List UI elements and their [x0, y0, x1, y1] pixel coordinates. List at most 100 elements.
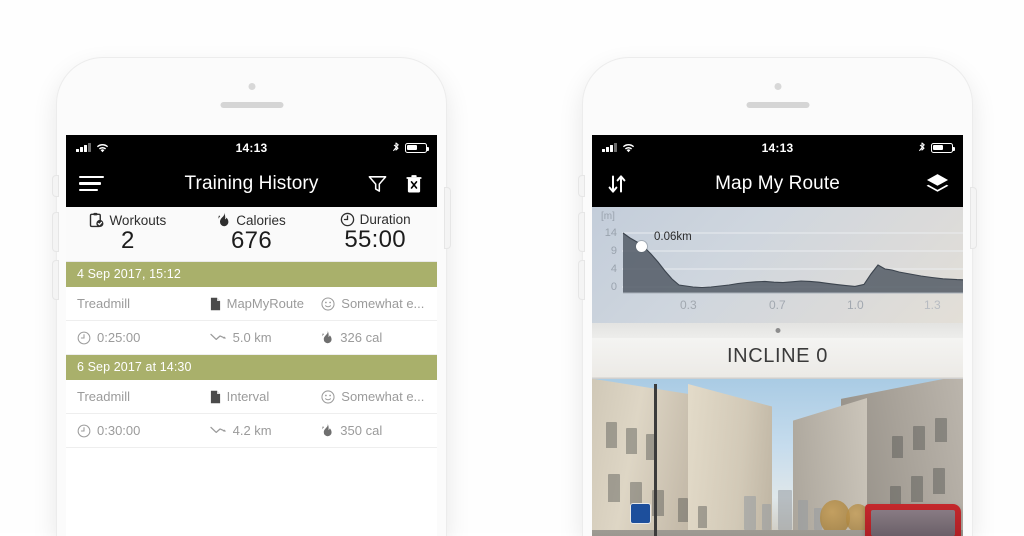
- session-distance-label: 5.0 km: [232, 330, 272, 345]
- stat-workouts: Workouts 2: [66, 212, 190, 255]
- screenshot-stage: 14:13 Training History Workouts 2 Calori…: [0, 0, 1024, 536]
- session-program: MapMyRoute: [210, 296, 322, 311]
- x-axis-tick: 1.0: [847, 298, 864, 312]
- phone-screen-right: 14:13 Map My Route [m] 14 9 4 0 0.3 0.7 …: [592, 135, 963, 536]
- status-time: 14:13: [235, 140, 268, 155]
- map-layers-icon[interactable]: [925, 172, 950, 195]
- status-time: 14:13: [761, 140, 794, 155]
- stat-calories-value: 676: [231, 227, 272, 254]
- phone-right: 14:13 Map My Route [m] 14 9 4 0 0.3 0.7 …: [579, 58, 976, 536]
- phone-left: 14:13 Training History Workouts 2 Calori…: [53, 58, 450, 536]
- session-effort: Somewhat e...: [321, 389, 426, 404]
- stat-workouts-head: Workouts: [66, 212, 190, 228]
- elevation-marker[interactable]: [636, 241, 647, 252]
- flame-icon: [321, 330, 334, 345]
- status-bar: 14:13: [592, 135, 963, 160]
- status-bar: 14:13: [66, 135, 437, 160]
- stat-calories-label: Calories: [236, 212, 286, 228]
- nav-actions: [367, 173, 424, 194]
- x-axis-tick: 0.3: [680, 298, 697, 312]
- session-duration-label: 0:30:00: [97, 423, 141, 438]
- table-row[interactable]: 0:25:00 5.0 km 326 cal: [66, 321, 437, 355]
- front-camera-icon: [774, 83, 781, 90]
- stat-calories-head: Calories: [190, 212, 314, 228]
- clock-icon: [340, 212, 354, 227]
- table-row[interactable]: 0:30:00 4.2 km 350 cal: [66, 414, 437, 448]
- session-date-header[interactable]: 6 Sep 2017 at 14:30: [66, 355, 437, 380]
- earpiece-speaker: [220, 102, 283, 108]
- incline-label: INCLINE 0: [592, 338, 963, 378]
- status-right: [918, 141, 956, 154]
- session-calories-label: 326 cal: [340, 330, 383, 345]
- earpiece-speaker: [746, 102, 809, 108]
- silent-switch[interactable]: [579, 176, 584, 196]
- front-camera-icon: [248, 83, 255, 90]
- sort-up-down-arrows-icon[interactable]: [605, 172, 629, 196]
- nav-leading: [79, 175, 104, 192]
- session-type-label: Treadmill: [77, 389, 130, 404]
- page-indicator[interactable]: [592, 323, 963, 338]
- bluetooth-icon: [392, 141, 399, 151]
- nav-bar: Training History: [66, 160, 437, 207]
- smiley-face-icon: [321, 389, 335, 404]
- power-button[interactable]: [445, 188, 450, 248]
- stat-duration-label: Duration: [359, 212, 411, 227]
- page-indicator-dot: [775, 328, 780, 333]
- volume-down-button[interactable]: [579, 261, 584, 299]
- session-duration: 0:30:00: [77, 423, 210, 438]
- session-calories: 326 cal: [321, 330, 426, 345]
- stat-duration-head: Duration: [313, 212, 437, 227]
- list-empty-space: [66, 448, 437, 536]
- nav-actions: [925, 172, 950, 195]
- stat-calories: Calories 676: [190, 212, 314, 255]
- power-button[interactable]: [971, 188, 976, 248]
- session-program: Interval: [210, 389, 322, 404]
- table-row[interactable]: Treadmill Interval Somewhat e...: [66, 380, 437, 414]
- silent-switch[interactable]: [53, 176, 58, 196]
- session-calories: 350 cal: [321, 423, 426, 438]
- document-icon: [210, 390, 221, 404]
- filter-funnel-icon[interactable]: [367, 173, 388, 194]
- x-axis-tick: 0.7: [769, 298, 786, 312]
- session-type: Treadmill: [77, 296, 210, 311]
- stat-workouts-value: 2: [121, 227, 135, 254]
- y-axis-tick: 9: [610, 245, 617, 257]
- x-axis-tick: 1.3: [924, 298, 941, 312]
- stat-duration: Duration 55:00: [313, 212, 437, 255]
- session-distance: 5.0 km: [209, 330, 322, 345]
- clock-icon: [77, 424, 91, 438]
- trash-delete-icon[interactable]: [404, 173, 424, 194]
- session-effort: Somewhat e...: [321, 296, 426, 311]
- session-calories-label: 350 cal: [340, 423, 383, 438]
- session-duration: 0:25:00: [77, 330, 210, 345]
- session-distance: 4.2 km: [209, 423, 322, 438]
- volume-down-button[interactable]: [53, 261, 58, 299]
- hamburger-menu-icon[interactable]: [79, 175, 104, 192]
- elevation-marker-label: 0.06km: [654, 231, 692, 243]
- route-zigzag-icon: [209, 332, 227, 343]
- smiley-face-icon: [321, 296, 335, 311]
- session-duration-label: 0:25:00: [97, 330, 141, 345]
- y-axis-tick: 14: [604, 227, 617, 239]
- clipboard-check-icon: [90, 212, 104, 228]
- street-view-border: [592, 378, 963, 536]
- volume-up-button[interactable]: [53, 213, 58, 251]
- session-date-header[interactable]: 4 Sep 2017, 15:12: [66, 262, 437, 287]
- session-effort-label: Somewhat e...: [341, 296, 425, 311]
- page-title: Map My Route: [715, 172, 840, 194]
- battery-icon: [405, 142, 430, 153]
- flame-icon: [321, 423, 334, 438]
- table-row[interactable]: Treadmill MapMyRoute Somewhat e...: [66, 287, 437, 321]
- summary-row: Workouts 2 Calories 676 Duration 55:00: [66, 212, 437, 255]
- volume-up-button[interactable]: [579, 213, 584, 251]
- battery-icon: [931, 142, 956, 153]
- flame-icon: [218, 212, 229, 227]
- stat-workouts-label: Workouts: [109, 212, 167, 228]
- session-program-label: Interval: [226, 389, 270, 404]
- elevation-chart[interactable]: [m] 14 9 4 0 0.3 0.7 1.0 1.3 0.06km: [592, 207, 963, 323]
- session-type: Treadmill: [77, 389, 210, 404]
- stat-duration-value: 55:00: [344, 226, 406, 253]
- street-view-photo[interactable]: [592, 378, 963, 536]
- session-distance-label: 4.2 km: [232, 423, 272, 438]
- nav-bar: Map My Route: [592, 160, 963, 207]
